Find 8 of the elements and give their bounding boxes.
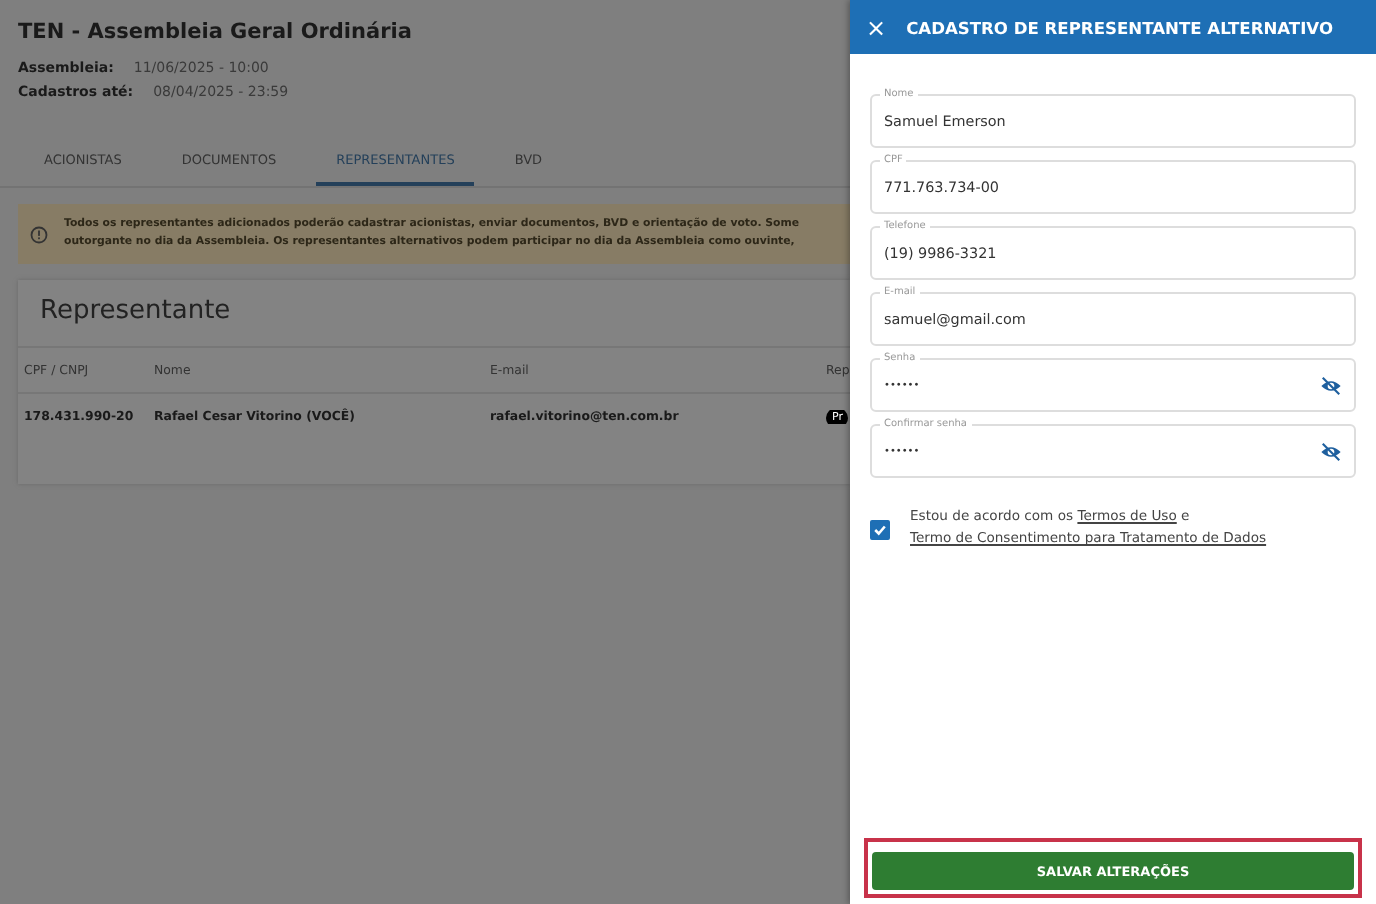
card-title: Representante <box>38 294 233 330</box>
drawer-title: CADASTRO DE REPRESENTANTE ALTERNATIVO <box>906 17 1334 37</box>
page-title: TEN - Assembleia Geral Ordinária <box>18 20 414 44</box>
checkbox[interactable] <box>870 520 890 540</box>
close-button[interactable]: × <box>862 15 891 39</box>
info-icon <box>30 225 48 243</box>
eye-slash-icon[interactable] <box>1320 441 1342 461</box>
eye-slash-icon[interactable] <box>1320 375 1342 395</box>
